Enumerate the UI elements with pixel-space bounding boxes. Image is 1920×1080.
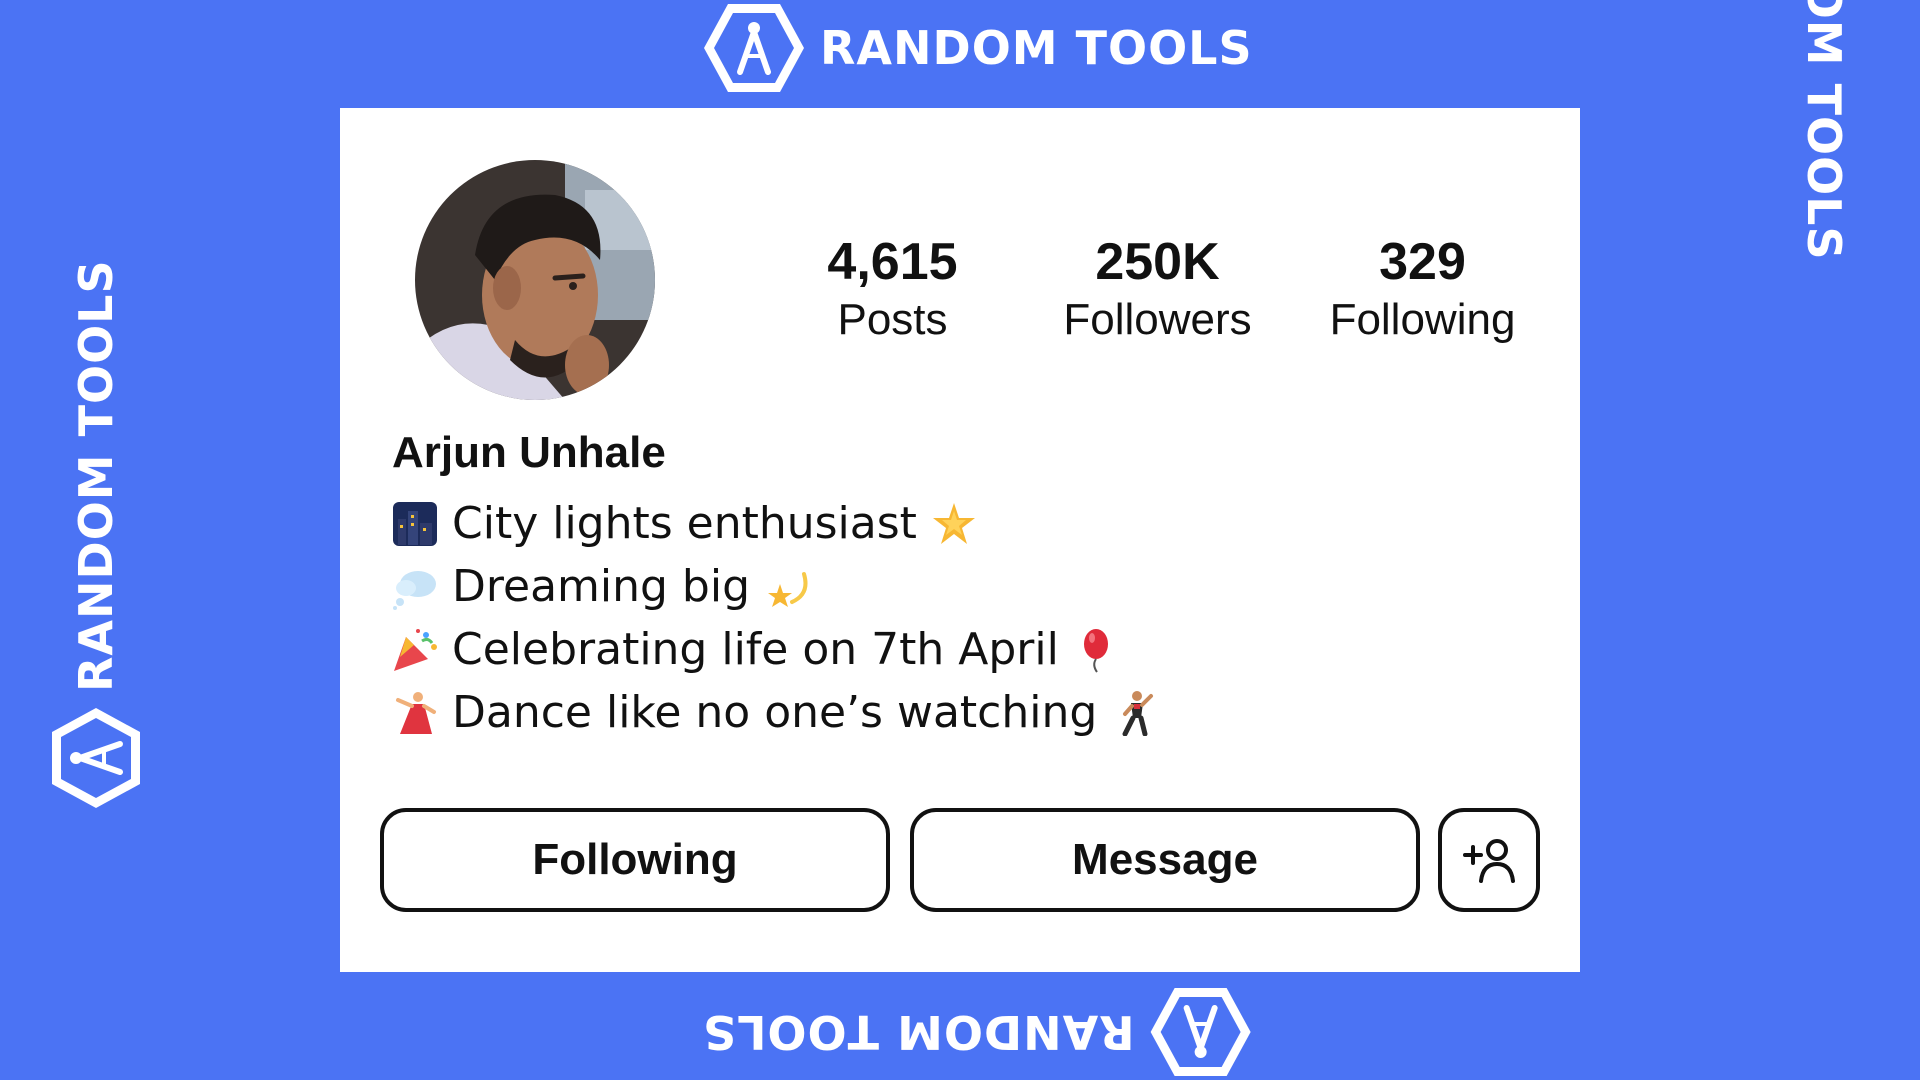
bio-line: Dance like no one’s watching <box>392 681 1157 744</box>
bio-text: City lights enthusiast <box>452 498 917 549</box>
brand-banner-top: RANDOM TOOLS <box>702 0 1253 96</box>
avatar[interactable] <box>415 160 655 400</box>
glowing-star-emoji-icon <box>932 502 975 544</box>
add-user-icon <box>1463 839 1515 883</box>
following-button[interactable]: Following <box>380 808 890 912</box>
stat-value: 4,615 <box>827 233 958 291</box>
stat-followers[interactable]: 250K Followers <box>1025 233 1290 349</box>
profile-name: Arjun Unhale <box>392 428 666 477</box>
profile-actions: Following Message <box>380 808 1540 912</box>
thought-bubble-emoji-icon <box>393 570 436 610</box>
brand-name: RANDOM TOOLS <box>69 259 123 692</box>
message-button[interactable]: Message <box>910 808 1420 912</box>
stat-value: 250K <box>1095 233 1220 291</box>
dancer-emoji-icon <box>396 691 436 734</box>
bio: City lights enthusiast Dreaming big Cele… <box>392 492 1157 744</box>
night-city-emoji-icon <box>393 501 437 546</box>
brand-name: RANDOM TOOLS <box>820 21 1253 75</box>
stat-posts[interactable]: 4,615 Posts <box>760 233 1025 349</box>
compass-logo-icon <box>704 4 804 92</box>
brand-banner-right: RANDOM TOOLS <box>1776 0 1872 270</box>
add-user-button[interactable] <box>1438 808 1540 912</box>
party-popper-emoji-icon <box>394 628 437 671</box>
brand-name: RANDOM TOOLS <box>702 1005 1135 1059</box>
profile-photo <box>415 160 655 400</box>
bio-text: Dreaming big <box>452 561 751 612</box>
bio-text: Dance like no one’s watching <box>452 687 1098 738</box>
bio-text: Celebrating life on 7th April <box>452 624 1059 675</box>
stat-value: 329 <box>1379 233 1466 291</box>
profile-card: 4,615 Posts 250K Followers 329 Following… <box>340 108 1580 972</box>
stat-label: Posts <box>837 295 948 344</box>
brand-name: RANDOM TOOLS <box>1797 0 1851 261</box>
profile-stats: 4,615 Posts 250K Followers 329 Following <box>760 233 1555 349</box>
compass-logo-icon <box>52 708 140 808</box>
balloon-emoji-icon <box>1083 628 1108 673</box>
brand-banner-left: RANDOM TOOLS <box>48 250 144 810</box>
stat-following[interactable]: 329 Following <box>1290 233 1555 349</box>
man-dancing-emoji-icon <box>1122 690 1154 736</box>
stat-label: Following <box>1329 295 1516 344</box>
stat-label: Followers <box>1063 295 1252 344</box>
bio-line: City lights enthusiast <box>392 492 1157 555</box>
bio-line: Dreaming big <box>392 555 1157 618</box>
bio-line: Celebrating life on 7th April <box>392 618 1157 681</box>
dizzy-star-emoji-icon <box>768 571 808 607</box>
compass-logo-icon <box>1150 988 1251 1076</box>
brand-banner-bottom: RANDOM TOOLS <box>702 984 1253 1080</box>
